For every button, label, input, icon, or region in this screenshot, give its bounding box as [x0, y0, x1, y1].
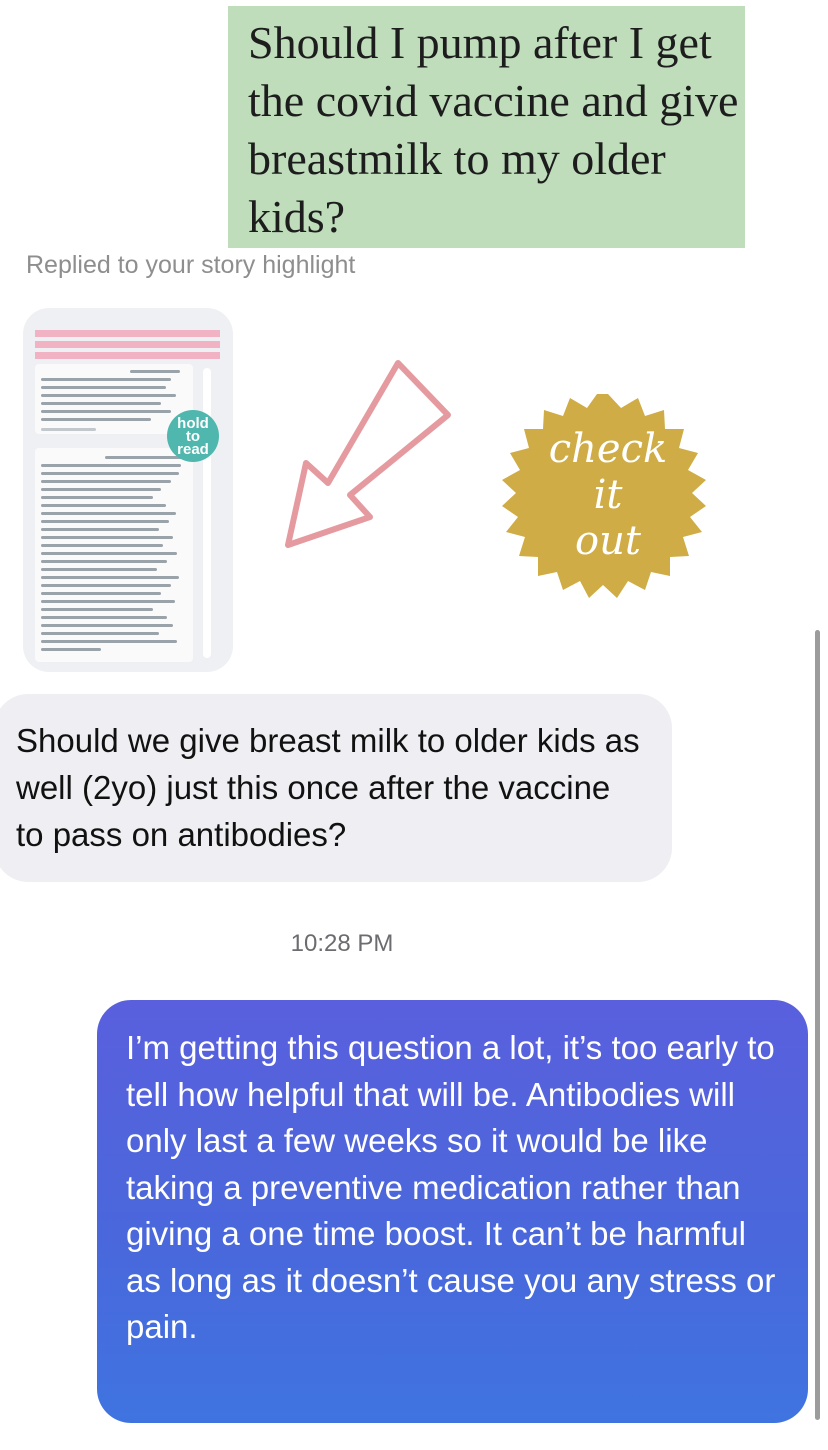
seal-line: out	[575, 518, 642, 564]
story-headline-sticker: Should I pump after I get the covid vacc…	[228, 6, 745, 248]
seal-line: check	[549, 426, 667, 472]
badge-line: read	[177, 440, 209, 458]
message-timestamp: 10:28 PM	[290, 930, 394, 957]
story-headline-text: Should I pump after I get the covid vacc…	[248, 17, 739, 242]
outgoing-message-bubble[interactable]: I’m getting this question a lot, it’s to…	[97, 1000, 808, 1423]
thumbnail-text-block	[35, 448, 193, 662]
incoming-message-text: Should we give breast milk to older kids…	[16, 722, 640, 853]
thumbnail-highlight-line	[35, 330, 220, 337]
incoming-message-bubble[interactable]: Should we give breast milk to older kids…	[0, 694, 672, 882]
thumbnail-highlight-line	[35, 341, 220, 348]
seal-line: it	[594, 472, 624, 518]
story-highlight-thumbnail[interactable]: hold to read	[23, 308, 233, 672]
thumbnail-scrollbar	[203, 368, 211, 658]
check-it-out-seal-icon: check it out	[502, 394, 706, 598]
thumbnail-highlight-line	[35, 352, 220, 359]
arrow-sticker-icon	[285, 360, 451, 548]
chat-scrollbar[interactable]	[815, 630, 820, 1420]
hold-to-read-badge: hold to read	[167, 410, 219, 462]
reply-context-label: Replied to your story highlight	[26, 251, 356, 279]
outgoing-message-text: I’m getting this question a lot, it’s to…	[126, 1029, 776, 1345]
